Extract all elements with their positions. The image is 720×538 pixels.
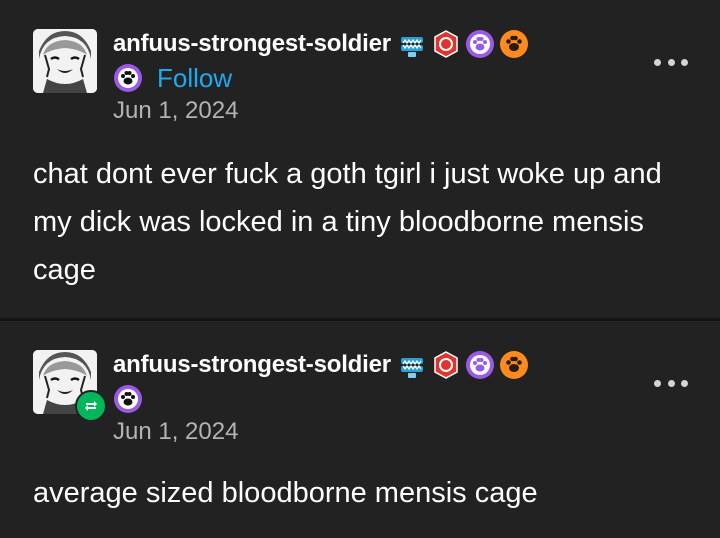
purple-paw-icon[interactable] (113, 63, 143, 93)
avatar-image (33, 29, 97, 93)
orange-paw-icon[interactable] (499, 350, 529, 380)
more-options-icon[interactable] (654, 56, 688, 68)
badges (397, 350, 529, 380)
badges (397, 29, 529, 59)
post-header: anfuus-strongest-soldier (113, 28, 529, 60)
orange-paw-icon[interactable] (499, 29, 529, 59)
post-date[interactable]: Jun 1, 2024 (113, 97, 238, 125)
avatar[interactable] (33, 29, 97, 93)
purple-paw-icon[interactable] (113, 384, 143, 414)
badge-row (113, 383, 143, 415)
more-options-icon[interactable] (654, 377, 688, 389)
username[interactable]: anfuus-strongest-soldier (113, 351, 391, 379)
username[interactable]: anfuus-strongest-soldier (113, 30, 391, 58)
dot (667, 379, 675, 387)
purple-paw-icon[interactable] (465, 29, 495, 59)
post-1: anfuus-strongest-soldier Follow Jun 1, 2… (0, 0, 720, 318)
red-badge-icon[interactable] (431, 350, 461, 380)
dot (654, 379, 661, 387)
dot (681, 379, 688, 387)
post-2: anfuus-strongest-soldier Jun 1, 2024 ave… (0, 321, 720, 538)
post-date[interactable]: Jun 1, 2024 (113, 418, 238, 446)
dot (667, 58, 675, 66)
dot (654, 58, 661, 66)
follow-row: Follow (113, 62, 232, 94)
reblog-icon (75, 390, 107, 422)
red-badge-icon[interactable] (431, 29, 461, 59)
purple-paw-icon[interactable] (465, 350, 495, 380)
follow-button[interactable]: Follow (157, 63, 232, 94)
wind-up-teeth-icon[interactable] (397, 350, 427, 380)
wind-up-teeth-icon[interactable] (397, 29, 427, 59)
post-body: average sized bloodborne mensis cage (33, 477, 538, 509)
post-body: chat dont ever fuck a goth tgirl i just … (33, 158, 662, 286)
dot (681, 58, 688, 66)
post-header: anfuus-strongest-soldier (113, 349, 529, 381)
